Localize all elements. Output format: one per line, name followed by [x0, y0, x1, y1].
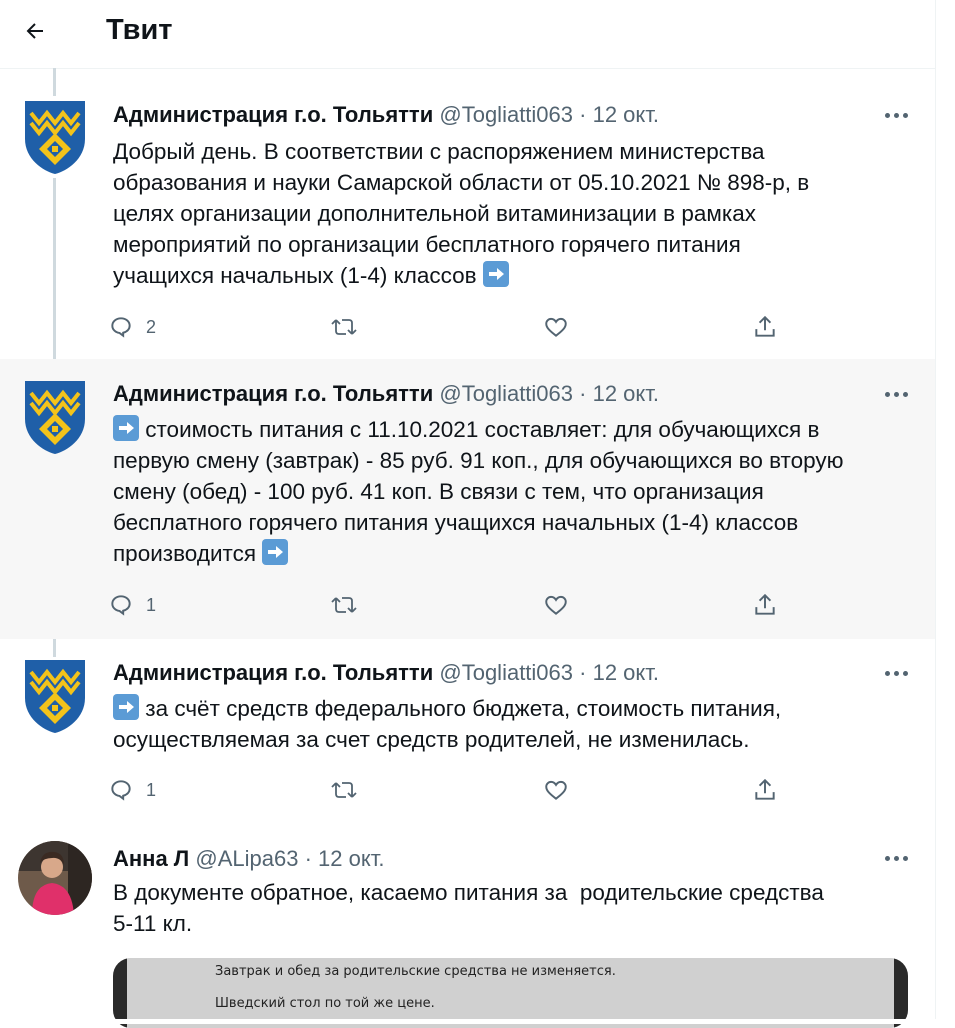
like-icon	[545, 317, 567, 337]
author-handle[interactable]: @Togliatti063	[439, 660, 573, 685]
tweet-text: Добрый день. В соответствии с распоряжен…	[113, 136, 913, 291]
photo-text-line: Завтрак и обед за родительские средства …	[215, 964, 616, 979]
arrow-right-emoji	[113, 694, 139, 720]
tweet-header: Анна Л @ALipa63 · 12 окт.	[113, 844, 384, 874]
reply-button[interactable]: 1	[108, 587, 156, 623]
tweet[interactable]: Администрация г.о. Тольятти @Togliatti06…	[0, 359, 935, 639]
tweet-actions: 1	[108, 772, 798, 808]
more-button[interactable]	[880, 663, 912, 683]
arrow-right-emoji	[482, 261, 509, 287]
attached-photo[interactable]: Завтрак и обед за родительские средства …	[113, 958, 908, 1028]
tweet-date[interactable]: 12 окт.	[593, 381, 659, 406]
tweet-header: Администрация г.о. Тольятти @Togliatti06…	[113, 379, 659, 409]
retweet-button[interactable]	[330, 587, 358, 623]
bottom-edge	[0, 1019, 955, 1024]
retweet-button[interactable]	[330, 309, 358, 345]
author-name[interactable]: Анна Л	[113, 846, 189, 871]
page-title: Твит	[106, 14, 173, 46]
like-icon	[545, 780, 567, 800]
reply-count: 1	[146, 594, 157, 615]
retweet-button[interactable]	[330, 772, 358, 808]
more-icon	[884, 391, 890, 397]
reply-icon	[111, 595, 131, 616]
more-button[interactable]	[880, 105, 912, 125]
reply-icon	[111, 780, 131, 801]
tweet-text-line: за счёт средств федерального бюджета, ст…	[139, 696, 782, 721]
back-arrow-icon	[26, 23, 43, 39]
tweet[interactable]: Администрация г.о. Тольятти @Togliatti06…	[0, 639, 935, 824]
tweet-text: за счёт средств федерального бюджета, ст…	[113, 693, 913, 755]
share-icon	[755, 593, 775, 615]
user-photo-icon	[18, 841, 92, 915]
arrow-right-emoji	[113, 415, 139, 441]
more-icon	[884, 670, 890, 676]
share-icon	[755, 778, 775, 800]
tweet-text: стоимость питания с 11.10.2021 составляе…	[113, 414, 913, 569]
separator-dot: ·	[579, 102, 587, 127]
reply-count: 2	[146, 316, 157, 337]
avatar[interactable]	[23, 99, 87, 175]
tweet-header: Администрация г.о. Тольятти @Togliatti06…	[113, 658, 659, 688]
tweet-date[interactable]: 12 окт.	[593, 660, 659, 685]
more-button[interactable]	[880, 384, 912, 404]
reply-count: 1	[146, 779, 157, 800]
tweet-date[interactable]: 12 окт.	[318, 846, 384, 871]
share-button[interactable]	[752, 772, 778, 808]
retweet-icon	[331, 782, 357, 798]
tweet-header: Администрация г.о. Тольятти @Togliatti06…	[113, 100, 659, 130]
author-name[interactable]: Администрация г.о. Тольятти	[113, 102, 433, 127]
tweet-actions: 2	[108, 309, 798, 345]
tolyatti-coat-of-arms-icon	[25, 660, 85, 733]
avatar[interactable]	[18, 841, 92, 915]
page-header: Твит	[0, 0, 935, 69]
like-button[interactable]	[542, 587, 570, 623]
author-name[interactable]: Администрация г.о. Тольятти	[113, 381, 433, 406]
retweet-icon	[331, 319, 357, 335]
avatar[interactable]	[23, 658, 87, 734]
share-icon	[755, 315, 775, 337]
retweet-icon	[331, 597, 357, 613]
scrollbar-gutter	[936, 0, 955, 1024]
tweet-text-body: В документе обратное, касаемо питания за…	[113, 880, 824, 936]
back-button[interactable]	[18, 14, 52, 48]
arrow-right-emoji	[262, 539, 289, 565]
tolyatti-coat-of-arms-icon	[25, 381, 85, 454]
tweet[interactable]: Администрация г.о. Тольятти @Togliatti06…	[0, 69, 935, 359]
author-handle[interactable]: @ALipa63	[195, 846, 298, 871]
tweet-date[interactable]: 12 окт.	[593, 102, 659, 127]
photo-text-line: Шведский стол по той же цене.	[215, 996, 435, 1011]
separator-dot: ·	[304, 846, 312, 871]
author-handle[interactable]: @Togliatti063	[439, 102, 573, 127]
reply-button[interactable]: 1	[108, 772, 156, 808]
tweet-text-body: Добрый день. В соответствии с распоряжен…	[113, 139, 810, 288]
tweet-actions: 1	[108, 587, 798, 623]
tolyatti-coat-of-arms-icon	[25, 101, 85, 174]
tweet-text: В документе обратное, касаемо питания за…	[113, 877, 913, 939]
author-name[interactable]: Администрация г.о. Тольятти	[113, 660, 433, 685]
share-button[interactable]	[752, 587, 778, 623]
more-icon	[884, 855, 890, 861]
more-button[interactable]	[880, 848, 912, 868]
tweet-text-line: стоимость питания с 11.10.2021 составляе…	[139, 417, 820, 442]
more-icon	[884, 112, 890, 118]
like-icon	[545, 595, 567, 615]
share-button[interactable]	[752, 309, 778, 345]
reply-button[interactable]: 2	[108, 309, 156, 345]
like-button[interactable]	[542, 309, 570, 345]
reply-icon	[111, 317, 131, 338]
author-handle[interactable]: @Togliatti063	[439, 381, 573, 406]
like-button[interactable]	[542, 772, 570, 808]
tweet-text-body: первую смену (завтрак) - 85 руб. 91 коп.…	[113, 448, 844, 566]
tweet-text-body: осуществляемая за счет средств родителей…	[113, 727, 750, 752]
separator-dot: ·	[579, 381, 587, 406]
avatar[interactable]	[23, 379, 87, 455]
tweet-page: Твит Администрация г.о. Тольятти @Toglia…	[0, 0, 936, 1028]
separator-dot: ·	[579, 660, 587, 685]
